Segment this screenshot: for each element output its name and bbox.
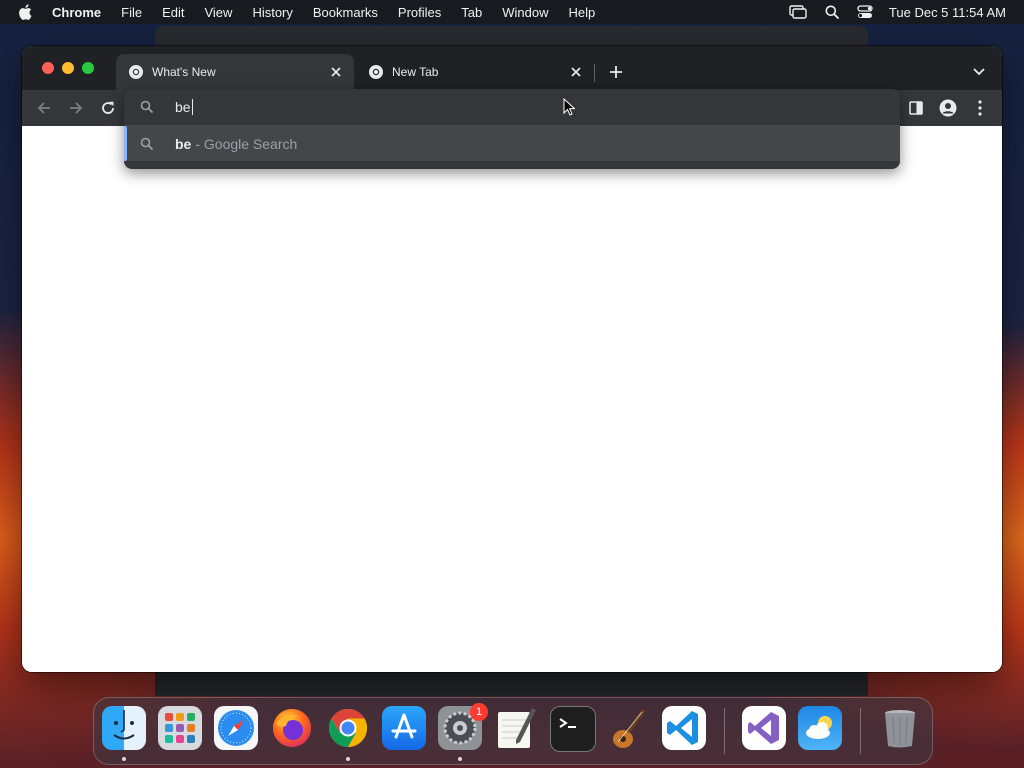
reload-icon[interactable]	[98, 98, 118, 118]
more-menu-icon[interactable]	[970, 98, 990, 118]
tab-separator	[594, 64, 595, 82]
suggestion-focus-indicator	[124, 126, 127, 161]
mouse-pointer-icon	[563, 97, 576, 121]
google-chrome-icon[interactable]	[326, 706, 370, 750]
menu-view[interactable]: View	[204, 5, 232, 20]
page-content	[22, 126, 1002, 672]
new-tab-plus-icon[interactable]	[606, 62, 626, 82]
trash-icon[interactable]	[878, 706, 922, 750]
profile-avatar-icon[interactable]	[938, 98, 958, 118]
settings-running-indicator	[458, 757, 462, 761]
tab-new-tab[interactable]: New Tab	[356, 54, 594, 90]
window-minimize-button[interactable]	[62, 62, 74, 74]
menu-edit[interactable]: Edit	[162, 5, 184, 20]
tab-title: New Tab	[392, 65, 439, 79]
finder-icon[interactable]	[102, 706, 146, 750]
tab-close-icon[interactable]	[568, 64, 584, 80]
window-close-button[interactable]	[42, 62, 54, 74]
app-store-icon[interactable]	[382, 706, 426, 750]
menu-history[interactable]: History	[252, 5, 292, 20]
notification-badge: 1	[470, 703, 488, 721]
screen-mirroring-icon[interactable]	[789, 5, 807, 19]
menu-extras: Tue Dec 5 11:54 AM	[771, 0, 1006, 24]
terminal-icon[interactable]	[550, 706, 596, 752]
menu-bookmarks[interactable]: Bookmarks	[313, 5, 378, 20]
garageband-icon[interactable]	[606, 706, 650, 750]
omnibox-suggestion-row[interactable]: be - Google Search	[124, 126, 900, 161]
chrome-favicon-icon	[368, 64, 384, 80]
weather-icon[interactable]	[798, 706, 842, 750]
tab-close-icon[interactable]	[328, 64, 344, 80]
dock: 1	[93, 697, 933, 765]
visual-studio-code-icon[interactable]	[662, 706, 706, 750]
back-arrow-icon[interactable]	[34, 98, 54, 118]
omnibox-popup: be be - Google Search	[124, 89, 900, 169]
side-panel-icon[interactable]	[906, 98, 926, 118]
omnibox-input[interactable]: be	[124, 89, 900, 125]
firefox-icon[interactable]	[270, 706, 314, 750]
background-window-bottom	[155, 672, 868, 696]
background-window-top	[155, 26, 868, 48]
menu-profiles[interactable]: Profiles	[398, 5, 441, 20]
menu-help[interactable]: Help	[569, 5, 596, 20]
visual-studio-icon[interactable]	[742, 706, 786, 750]
chrome-running-indicator	[346, 757, 350, 761]
search-icon	[140, 99, 156, 115]
dock-separator	[724, 708, 725, 754]
menu-app-chrome[interactable]: Chrome	[52, 5, 101, 20]
spotlight-search-icon[interactable]	[825, 5, 839, 19]
tab-title: What's New	[152, 65, 216, 79]
tab-search-chevron-down-icon[interactable]	[970, 63, 988, 81]
textedit-icon[interactable]	[494, 706, 538, 750]
dock-separator	[860, 708, 861, 754]
suggestion-description: - Google Search	[195, 135, 298, 152]
safari-icon[interactable]	[214, 706, 258, 750]
tab-strip: What's New New Tab	[22, 46, 1002, 90]
menu-window[interactable]: Window	[502, 5, 548, 20]
launchpad-icon[interactable]	[158, 706, 202, 750]
menu-bar: Chrome File Edit View History Bookmarks …	[0, 0, 1024, 24]
tab-whats-new[interactable]: What's New	[116, 54, 354, 90]
omnibox-query-text: be	[175, 99, 193, 115]
menu-tab[interactable]: Tab	[461, 5, 482, 20]
window-zoom-button[interactable]	[82, 62, 94, 74]
menu-file[interactable]: File	[121, 5, 142, 20]
suggestion-text: be	[175, 135, 192, 152]
menu-clock[interactable]: Tue Dec 5 11:54 AM	[889, 5, 1006, 20]
control-center-icon[interactable]	[857, 5, 873, 19]
chrome-favicon-icon	[128, 64, 144, 80]
search-icon	[140, 136, 156, 152]
forward-arrow-icon[interactable]	[66, 98, 86, 118]
finder-running-indicator	[122, 757, 126, 761]
apple-menu-icon[interactable]	[18, 4, 36, 20]
